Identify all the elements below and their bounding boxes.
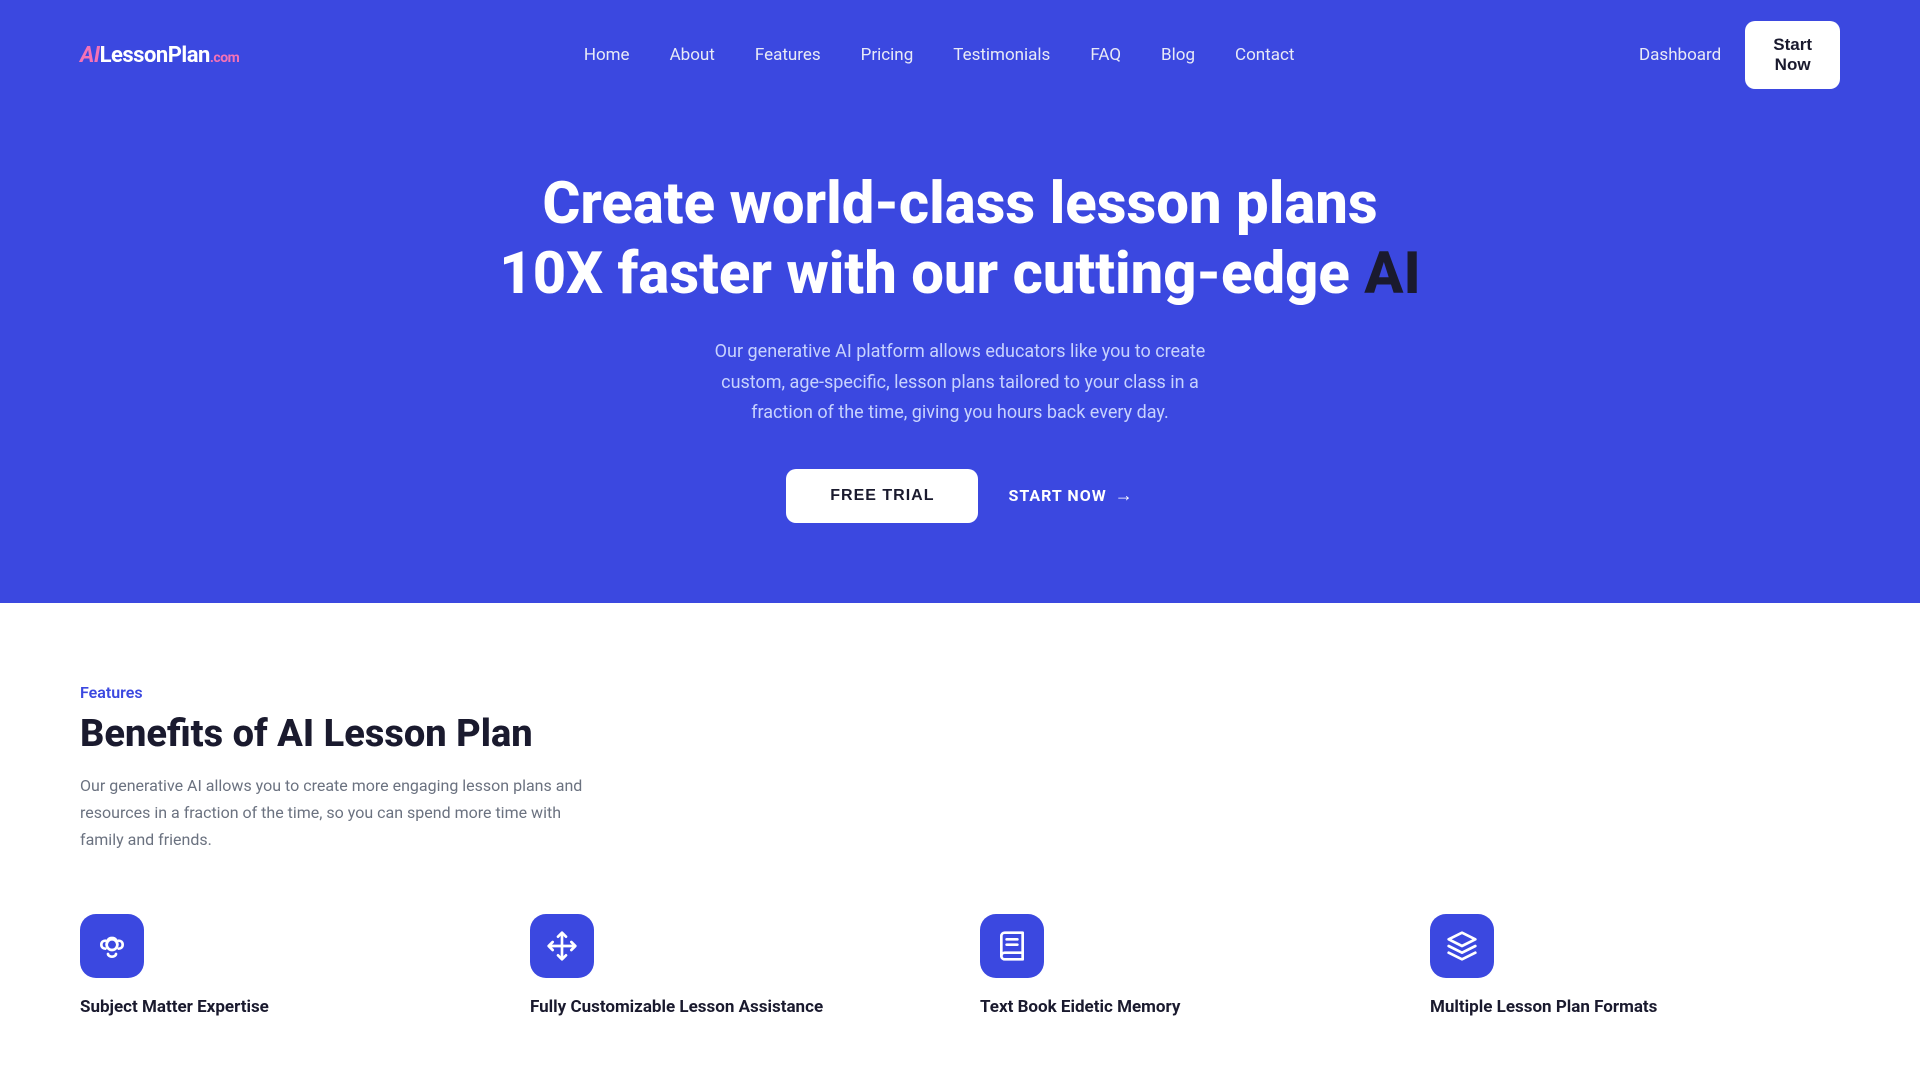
formats-icon-container: [1430, 914, 1494, 978]
feature-cards-grid: Subject Matter Expertise Fully Customiza…: [80, 914, 1840, 1020]
nav-pricing[interactable]: Pricing: [861, 45, 914, 65]
hero-section: Create world-class lesson plans 10X fast…: [0, 110, 1920, 603]
header-actions: Dashboard StartNow: [1639, 21, 1840, 90]
move-icon: [546, 930, 578, 962]
free-trial-button[interactable]: FREE TRIAL: [786, 469, 978, 523]
brain-icon: [96, 930, 128, 962]
arrow-icon: →: [1115, 485, 1134, 506]
nav-home[interactable]: Home: [584, 45, 630, 65]
expertise-icon-container: [80, 914, 144, 978]
main-nav: Home About Features Pricing Testimonials…: [584, 45, 1295, 65]
header: AILessonPlan.com Home About Features Pri…: [0, 0, 1920, 110]
hero-headline: Create world-class lesson plans 10X fast…: [40, 170, 1880, 309]
nav-about[interactable]: About: [670, 45, 715, 65]
nav-contact[interactable]: Contact: [1235, 45, 1294, 65]
hero-buttons: FREE TRIAL START NOW →: [40, 469, 1880, 523]
features-label: Features: [80, 683, 1840, 702]
feature-card-expertise: Subject Matter Expertise: [80, 914, 490, 1020]
formats-title: Multiple Lesson Plan Formats: [1430, 996, 1657, 1020]
layers-icon: [1446, 930, 1478, 962]
nav-features[interactable]: Features: [755, 45, 821, 65]
logo[interactable]: AILessonPlan.com: [80, 43, 239, 68]
feature-card-formats: Multiple Lesson Plan Formats: [1430, 914, 1840, 1020]
memory-title: Text Book Eidetic Memory: [980, 996, 1180, 1020]
nav-faq[interactable]: FAQ: [1090, 45, 1121, 65]
book-icon: [996, 930, 1028, 962]
features-section: Features Benefits of AI Lesson Plan Our …: [0, 603, 1920, 1079]
customizable-icon-container: [530, 914, 594, 978]
hero-description: Our generative AI platform allows educat…: [690, 337, 1230, 429]
features-title: Benefits of AI Lesson Plan: [80, 712, 1840, 756]
nav-blog[interactable]: Blog: [1161, 45, 1195, 65]
dashboard-link[interactable]: Dashboard: [1639, 45, 1721, 65]
expertise-title: Subject Matter Expertise: [80, 996, 269, 1020]
start-now-link[interactable]: START NOW →: [1008, 485, 1133, 506]
feature-card-memory: Text Book Eidetic Memory: [980, 914, 1390, 1020]
memory-icon-container: [980, 914, 1044, 978]
nav-testimonials[interactable]: Testimonials: [953, 45, 1050, 65]
feature-card-customizable: Fully Customizable Lesson Assistance: [530, 914, 940, 1020]
features-description: Our generative AI allows you to create m…: [80, 772, 600, 854]
start-now-button[interactable]: StartNow: [1745, 21, 1840, 90]
customizable-title: Fully Customizable Lesson Assistance: [530, 996, 823, 1020]
